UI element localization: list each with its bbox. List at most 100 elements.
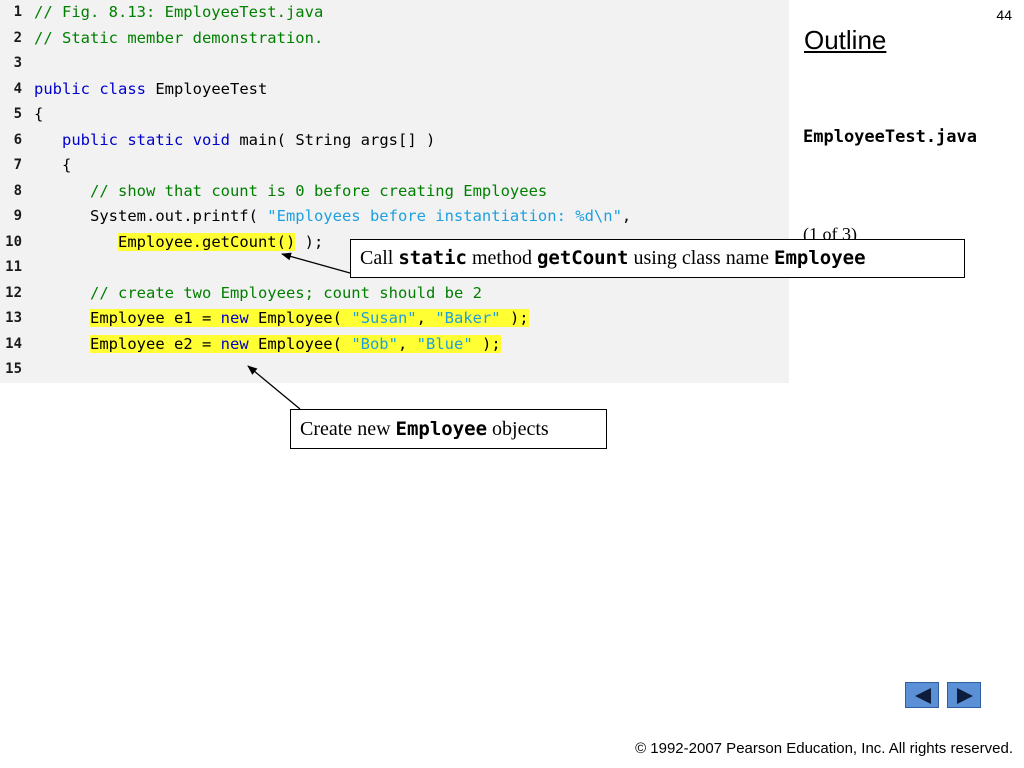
code-line: 6 public static void main( String args[]… (0, 128, 789, 153)
code-text: System.out.printf( "Employees before ins… (34, 204, 631, 229)
code-token: main( String args[] ) (230, 130, 436, 149)
code-line: 5{ (0, 102, 789, 127)
code-text: // show that count is 0 before creating … (34, 179, 547, 204)
code-token: EmployeeTest (146, 79, 268, 98)
line-number: 11 (5, 259, 22, 275)
code-token: void (192, 130, 231, 149)
line-number: 6 (13, 131, 22, 148)
code-text: Employee e2 = new Employee( "Bob", "Blue… (34, 332, 501, 357)
code-token: "Baker" (435, 309, 501, 327)
code-text: Employee e1 = new Employee( "Susan", "Ba… (34, 306, 529, 331)
code-token: "Employees before instantiation: %d\n" (267, 207, 622, 225)
file-name-label: EmployeeTest.java (803, 127, 977, 147)
code-text: // create two Employees; count should be… (34, 281, 482, 306)
code-token: public (34, 79, 90, 98)
code-line: 3 (0, 51, 789, 76)
code-token: { (34, 105, 44, 123)
code-token: { (34, 156, 72, 174)
code-token: // show that count is 0 before creating … (90, 181, 548, 200)
line-number: 10 (5, 233, 22, 250)
code-token: ); (500, 309, 529, 327)
line-number: 4 (13, 80, 22, 97)
callout-create-objects-kw: Employee (395, 418, 488, 440)
code-text: public class EmployeeTest (34, 77, 267, 102)
code-token: , (621, 207, 632, 225)
callout-static-call-mid: method (466, 247, 537, 269)
callout-static-call-kw3: Employee (774, 247, 866, 269)
code-line: 1 // Fig. 8.13: EmployeeTest.java (0, 0, 789, 25)
code-token: Employee e1 = (90, 309, 221, 327)
copyright-footer: © 1992-2007 Pearson Education, Inc. All … (635, 740, 1013, 757)
code-token: Employee e2 = (90, 334, 221, 353)
line-number: 9 (13, 208, 22, 224)
code-text: // Fig. 8.13: EmployeeTest.java (34, 0, 323, 25)
code-line: 15 (0, 357, 789, 382)
line-number: 5 (13, 106, 22, 122)
code-token: new (220, 334, 249, 353)
code-listing: 1 // Fig. 8.13: EmployeeTest.java 2 // Stat… (0, 0, 789, 383)
line-number: 15 (5, 361, 22, 377)
code-token: static (127, 130, 184, 149)
code-token: System.out.printf( (34, 207, 268, 225)
code-token: new (220, 309, 249, 327)
code-token: class (99, 79, 147, 98)
code-line: 12 // create two Employees; count should… (0, 281, 789, 306)
line-number: 12 (5, 284, 22, 301)
code-line: 4 public class EmployeeTest (0, 77, 789, 102)
callout-static-call: Call static method getCount using class … (350, 239, 965, 278)
code-token: // create two Employees; count should be… (90, 283, 482, 302)
code-token: , (416, 309, 436, 327)
code-token: Employee( (248, 334, 352, 353)
code-line: 14 Employee e2 = new Employee( "Bob", "B… (0, 332, 789, 357)
code-line: 8 // show that count is 0 before creatin… (0, 179, 789, 204)
code-token: "Blue" (416, 334, 473, 353)
code-text: Employee.getCount() ); (34, 230, 323, 255)
page-number: 44 (996, 7, 1012, 23)
triangle-left-icon (915, 688, 931, 704)
line-number: 14 (5, 335, 22, 352)
callout-static-call-kw2: getCount (536, 247, 629, 269)
line-number: 3 (13, 55, 22, 71)
code-token: Employee.getCount() (118, 232, 296, 251)
code-text: public static void main( String args[] ) (34, 128, 435, 153)
callout-static-call-post: using class name (628, 247, 775, 269)
code-text: { (34, 102, 43, 127)
code-token: // Static member demonstration. (34, 28, 324, 47)
callout-create-objects: Create new Employee objects (290, 409, 607, 449)
outline-title[interactable]: Outline (804, 25, 886, 56)
line-number: 7 (13, 157, 22, 173)
next-slide-button[interactable] (947, 682, 981, 708)
code-text: // Static member demonstration. (34, 26, 323, 51)
callout-create-objects-post: objects (487, 418, 549, 440)
code-token: Employee( (248, 309, 352, 327)
line-number: 8 (13, 182, 22, 199)
code-line: 9 System.out.printf( "Employees before i… (0, 204, 789, 229)
code-token: "Bob" (351, 334, 398, 353)
callout-static-call-pre: Call (360, 247, 399, 269)
code-line: 7 { (0, 153, 789, 178)
previous-slide-button[interactable] (905, 682, 939, 708)
code-token: "Susan" (351, 309, 417, 327)
code-line: 13 Employee e1 = new Employee( "Susan", … (0, 306, 789, 331)
triangle-right-icon (957, 688, 973, 704)
code-text: { (34, 153, 71, 178)
code-token: , (397, 334, 417, 353)
line-number: 13 (5, 310, 22, 326)
code-token: ); (472, 334, 501, 353)
code-line: 2 // Static member demonstration. (0, 26, 789, 51)
callout-create-objects-pre: Create new (300, 418, 396, 440)
code-token: // Fig. 8.13: EmployeeTest.java (34, 3, 324, 21)
code-token: public (62, 130, 118, 149)
line-number: 1 (13, 4, 22, 20)
line-number: 2 (13, 29, 22, 46)
code-token: ); (295, 232, 324, 251)
